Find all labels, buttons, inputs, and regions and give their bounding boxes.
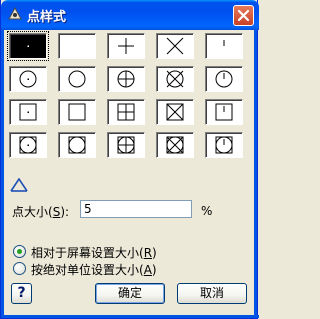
- point-style-x[interactable]: [156, 33, 194, 59]
- window-border-left: [1, 30, 4, 316]
- relative-hotkey: R: [143, 246, 153, 260]
- point-size-unit: %: [201, 204, 213, 218]
- point-style-x-icon: [166, 37, 184, 55]
- point-style-circle-square-tick-icon: [215, 136, 233, 154]
- absolute-units-label-text: 按绝对单位设置大小: [31, 263, 140, 277]
- point-style-circle-x[interactable]: [156, 66, 194, 92]
- point-style-square-dot-icon: [19, 103, 37, 121]
- point-style-circle-x-icon: [166, 70, 184, 88]
- point-size-input[interactable]: 5: [80, 200, 192, 218]
- point-style-circle-dot-icon: [19, 70, 37, 88]
- point-style-square[interactable]: [58, 99, 96, 125]
- title-bar[interactable]: 点样式: [1, 0, 259, 30]
- window-title: 点样式: [27, 10, 67, 25]
- point-style-circle-square[interactable]: [58, 132, 96, 158]
- close-icon: [237, 9, 250, 22]
- point-style-circle-square-x-icon: [166, 136, 184, 154]
- point-style-plus-icon: [118, 38, 134, 54]
- point-style-dialog: 点样式 点大小(S): 5 % 相对于屏幕设置大小(R) 按绝对单位设置大小(A…: [0, 0, 259, 319]
- point-style-square-plus-icon: [117, 103, 135, 121]
- point-style-plus[interactable]: [107, 33, 145, 59]
- point-style-square-tick[interactable]: [205, 99, 243, 125]
- relative-to-screen-label-text: 相对于屏幕设置大小: [31, 246, 140, 260]
- point-style-circle-plus[interactable]: [107, 66, 145, 92]
- cancel-button[interactable]: 取消: [177, 283, 247, 304]
- point-style-circle-square-plus-icon: [117, 136, 135, 154]
- radio-selected-dot: [17, 249, 22, 254]
- point-style-circle-square-icon: [68, 136, 86, 154]
- point-style-circle-square-dot[interactable]: [9, 132, 47, 158]
- point-style-square-dot[interactable]: [9, 99, 47, 125]
- point-style-circle-square-plus[interactable]: [107, 132, 145, 158]
- relative-to-screen-label[interactable]: 相对于屏幕设置大小(R): [31, 244, 157, 261]
- point-style-none[interactable]: [58, 33, 96, 59]
- point-style-square-x[interactable]: [156, 99, 194, 125]
- point-style-circle-tick-icon: [215, 70, 233, 88]
- point-style-circle-tick[interactable]: [205, 66, 243, 92]
- point-style-circle[interactable]: [58, 66, 96, 92]
- point-style-circle-icon: [68, 70, 86, 88]
- absolute-units-label[interactable]: 按绝对单位设置大小(A): [31, 261, 157, 278]
- point-size-label-text: 点大小: [12, 205, 49, 219]
- ok-button[interactable]: 确定: [95, 283, 165, 304]
- point-style-circle-dot[interactable]: [9, 66, 47, 92]
- point-style-dot-icon: [27, 45, 29, 47]
- point-style-dot[interactable]: [7, 31, 49, 61]
- point-style-square-x-icon: [166, 103, 184, 121]
- point-style-app-icon: [7, 6, 23, 22]
- point-style-square-icon: [68, 103, 86, 121]
- point-size-icon: [10, 177, 28, 192]
- help-button[interactable]: ?: [11, 283, 32, 304]
- close-button[interactable]: [233, 5, 254, 26]
- point-size-label: 点大小(S):: [12, 205, 70, 219]
- absolute-units-radio[interactable]: [13, 262, 26, 275]
- absolute-hotkey: A: [143, 263, 152, 277]
- point-style-circle-square-x[interactable]: [156, 132, 194, 158]
- point-style-square-plus[interactable]: [107, 99, 145, 125]
- point-style-circle-square-tick[interactable]: [205, 132, 243, 158]
- point-style-square-tick-icon: [215, 103, 233, 121]
- relative-to-screen-radio[interactable]: [13, 245, 26, 258]
- point-style-circle-square-dot-icon: [19, 136, 37, 154]
- window-border-bottom: [1, 315, 259, 318]
- point-style-circle-plus-icon: [117, 70, 135, 88]
- point-style-none-icon: [59, 34, 95, 58]
- point-size-hotkey: S: [52, 205, 61, 219]
- window-border-right: [254, 30, 257, 316]
- point-style-tick-icon: [223, 40, 225, 46]
- point-style-tick[interactable]: [205, 33, 243, 59]
